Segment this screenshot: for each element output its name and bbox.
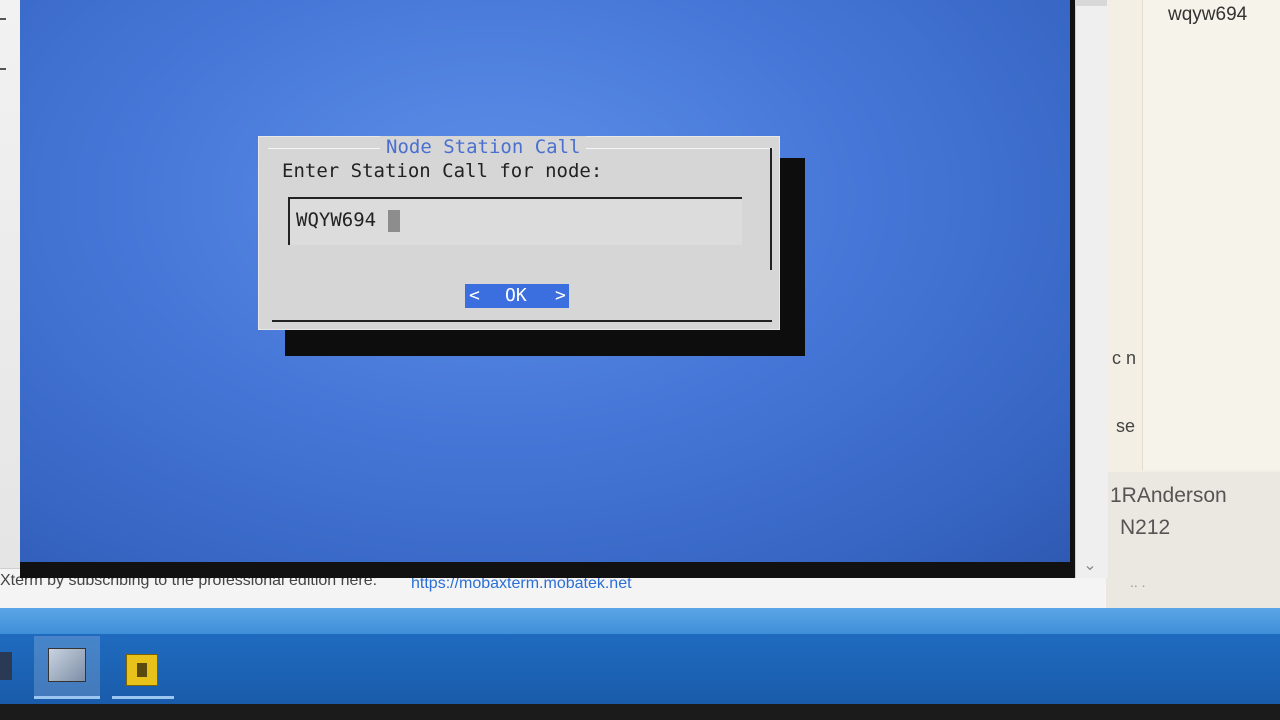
background-app-pane bbox=[1142, 0, 1280, 470]
chevron-down-icon[interactable]: ⌄ bbox=[1080, 555, 1100, 575]
start-button[interactable] bbox=[0, 652, 12, 680]
text-cursor bbox=[388, 210, 400, 232]
background-room-text: N212 bbox=[1120, 516, 1171, 539]
terminal-app-icon bbox=[48, 648, 86, 682]
monitor-bezel bbox=[0, 704, 1280, 720]
background-text-fragment: se bbox=[1116, 416, 1136, 436]
ok-left-bracket: < bbox=[469, 285, 480, 306]
scrollbar-top-cap bbox=[1075, 0, 1107, 6]
background-username: wqyw694 bbox=[1168, 4, 1248, 25]
sticky-notes-icon bbox=[126, 654, 158, 686]
dialog-prompt: Enter Station Call for node: bbox=[282, 160, 603, 182]
dialog-frame-bottom bbox=[272, 320, 772, 322]
background-text-fragment: c n bbox=[1112, 348, 1137, 368]
background-name-text: 1RAnderson bbox=[1110, 484, 1227, 507]
terminal-scrollbar[interactable] bbox=[1075, 0, 1108, 578]
dialog-title: Node Station Call bbox=[380, 136, 587, 158]
dialog-frame-right bbox=[770, 148, 772, 270]
ok-button-label: OK bbox=[505, 285, 527, 306]
window-edge-mark bbox=[0, 68, 6, 70]
window-edge-mark bbox=[0, 18, 6, 20]
ok-right-bracket: > bbox=[555, 285, 566, 306]
station-call-value[interactable]: WQYW694 bbox=[296, 209, 376, 231]
ok-button[interactable]: < OK > bbox=[465, 284, 569, 308]
desktop-background bbox=[0, 608, 1280, 634]
background-dots: .. . bbox=[1130, 574, 1146, 590]
